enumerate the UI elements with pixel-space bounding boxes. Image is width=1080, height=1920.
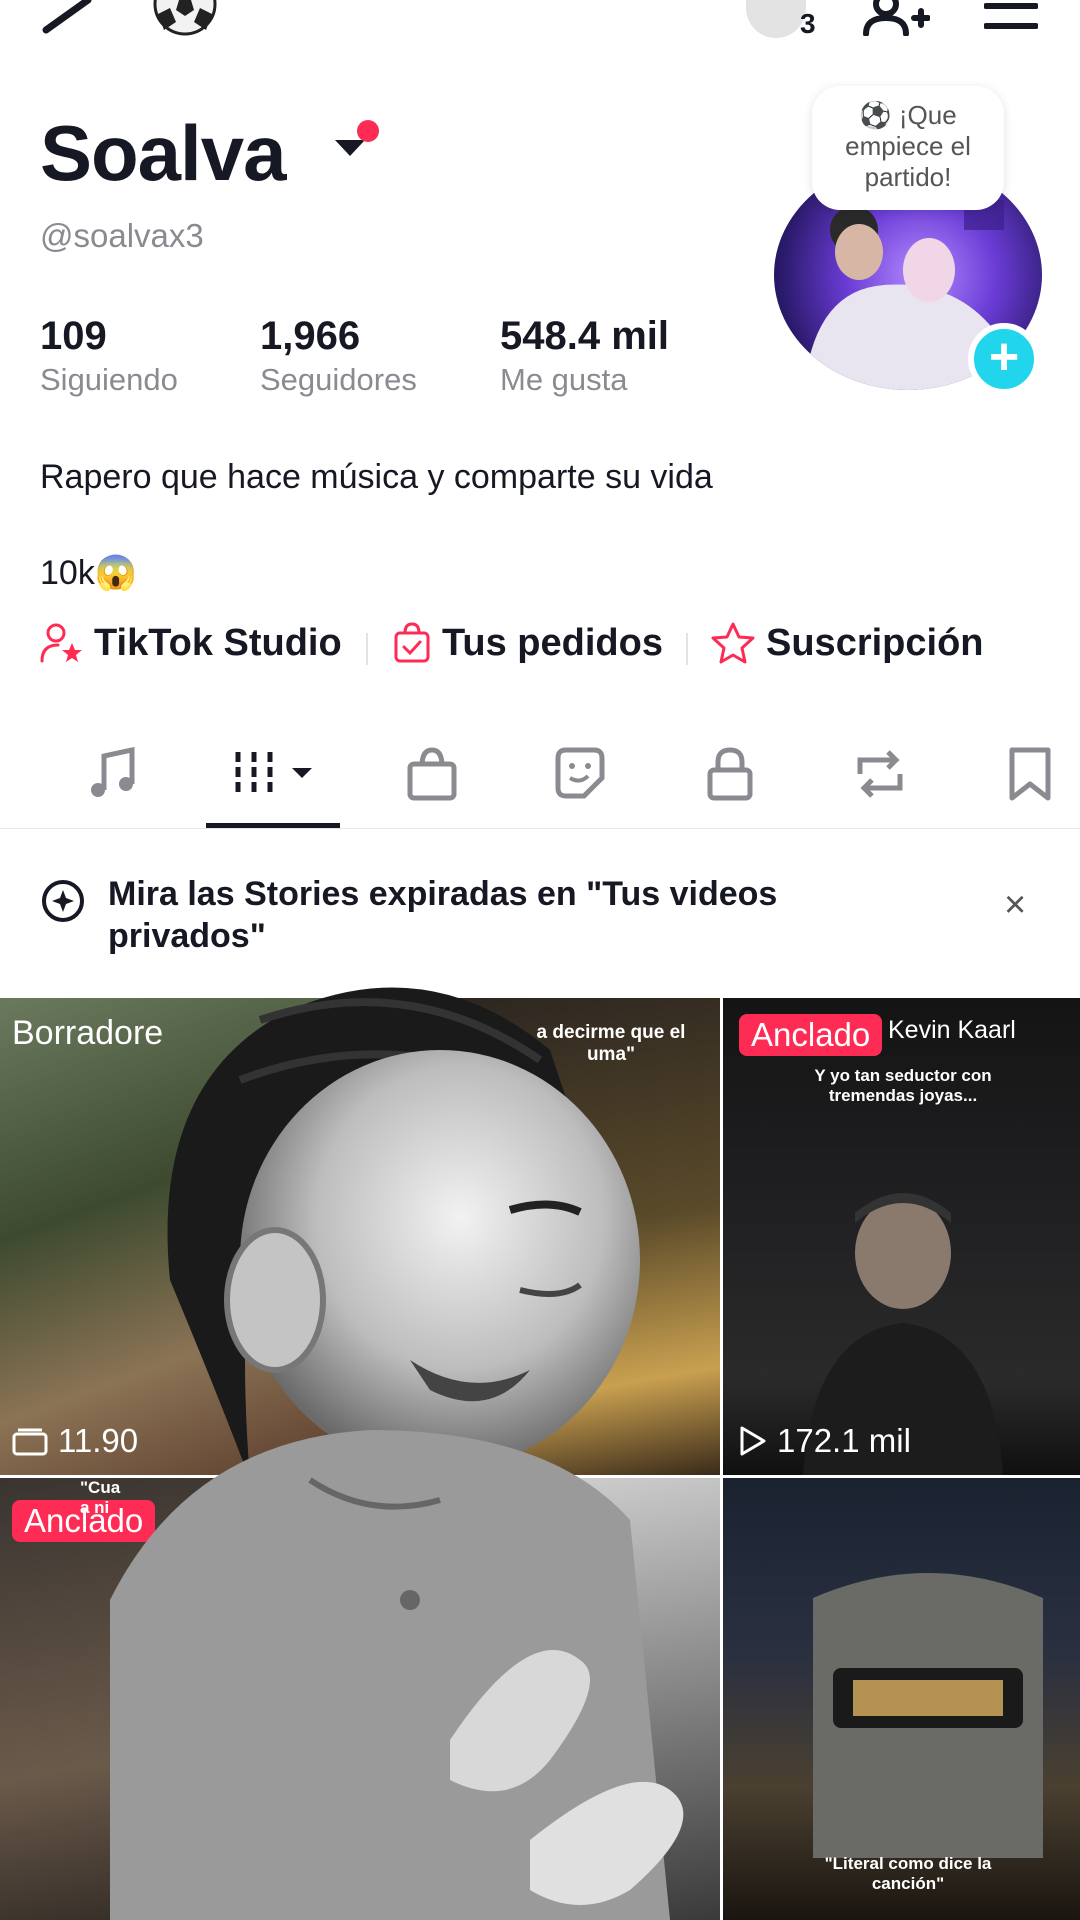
suscripcion-label: Suscripción (766, 621, 984, 664)
lock-icon[interactable] (700, 744, 760, 804)
music-icon[interactable] (84, 744, 144, 804)
note-line-1: ⚽ ¡Que (859, 100, 957, 130)
likes-count[interactable]: 548.4 mil (500, 314, 669, 359)
video-6-caption: "Literal como dice la canción" (824, 1854, 992, 1893)
repost-icon[interactable] (850, 744, 910, 804)
followers-count[interactable]: 1,966 (260, 314, 360, 359)
notification-dot (357, 120, 379, 142)
tus-pedidos-link[interactable]: Tus pedidos (392, 621, 663, 665)
friends-count-badge: 3 (800, 8, 816, 39)
menu-icon[interactable] (984, 0, 1038, 34)
account-switch-chevron-icon[interactable] (335, 140, 365, 156)
bio-text-line2: 10k😱 (40, 554, 138, 592)
followers-label[interactable]: Seguidores (260, 362, 417, 398)
video-6-thumbnail (813, 1573, 1043, 1858)
edit-pencil-icon[interactable] (40, 0, 100, 36)
grid-icon[interactable] (230, 744, 320, 804)
close-notice-button[interactable]: × (1004, 884, 1026, 927)
video-3-views-text: 172.1 mil (777, 1422, 911, 1459)
star-badge-icon (711, 622, 755, 664)
person-star-icon (40, 623, 82, 663)
display-name: Soalva (40, 109, 286, 197)
add-story-button[interactable]: + (968, 323, 1040, 395)
video-3-author: Kevin Kaarl (888, 1016, 1016, 1044)
profile-note-bubble[interactable]: ⚽ ¡Que empiece el partido! (812, 86, 1004, 210)
friends-avatar-icon[interactable] (746, 0, 806, 38)
drafts-icon (12, 1428, 48, 1456)
link-divider (366, 633, 368, 665)
baby-sticker-overlay (110, 987, 684, 1920)
shopping-bag-check-icon (394, 622, 430, 663)
link-divider (686, 633, 688, 665)
following-count[interactable]: 109 (40, 314, 107, 359)
suscripcion-link[interactable]: Suscripción (710, 621, 984, 665)
tab-divider (0, 828, 1080, 829)
following-label[interactable]: Siguiendo (40, 362, 178, 398)
note-line-2: empiece el (845, 131, 971, 161)
note-line-3: partido! (864, 162, 952, 192)
expired-stories-notice[interactable]: Mira las Stories expiradas en "Tus video… (40, 873, 828, 957)
tiktok-studio-link[interactable]: TikTok Studio (40, 621, 342, 665)
likes-label[interactable]: Me gusta (500, 362, 628, 398)
username-handle: @soalvax3 (40, 217, 204, 254)
add-friend-icon[interactable] (860, 0, 930, 36)
bio-text: Rapero que hace música y comparte su vid… (40, 458, 713, 496)
bookmark-icon[interactable] (1000, 744, 1060, 804)
shop-bag-icon[interactable] (402, 744, 462, 804)
tus-pedidos-label: Tus pedidos (442, 621, 663, 664)
sticker-icon[interactable] (550, 744, 610, 804)
soccer-ball-icon[interactable] (152, 0, 218, 38)
video-3-caption: Y yo tan seductor con tremendas joyas... (814, 1066, 992, 1105)
tiktok-studio-label: TikTok Studio (94, 621, 342, 664)
